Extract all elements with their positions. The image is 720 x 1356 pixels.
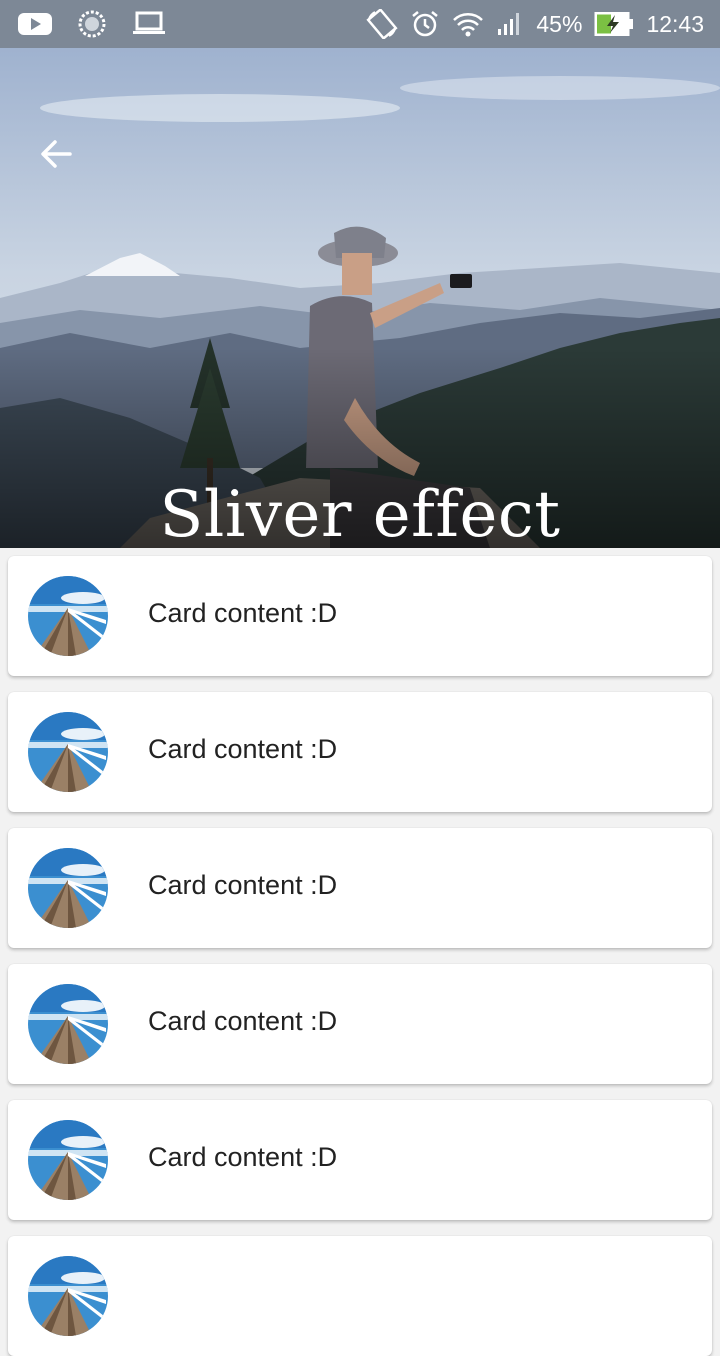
laptop-icon <box>132 11 166 37</box>
collapsing-header: Sliver effect <box>0 48 720 548</box>
header-title: Sliver effect <box>159 478 561 548</box>
list-card[interactable]: Card content :D <box>8 556 712 676</box>
wifi-icon <box>452 9 484 39</box>
back-button[interactable] <box>34 132 78 176</box>
battery-percent: 45% <box>536 10 583 37</box>
card-label: Card content :D <box>148 1142 338 1172</box>
avatar <box>28 848 108 928</box>
avatar <box>28 1120 108 1200</box>
avatar <box>28 984 108 1064</box>
loading-icon <box>78 10 106 38</box>
arrow-back-icon <box>41 140 72 168</box>
youtube-icon <box>18 12 52 36</box>
avatar <box>28 1256 108 1336</box>
status-bar: 45% 12:43 <box>0 0 720 48</box>
card-label: Card content :D <box>148 734 338 764</box>
signal-icon <box>496 11 524 37</box>
header-background-image <box>0 48 720 548</box>
avatar <box>28 576 108 656</box>
list-card[interactable]: Card content :D <box>8 692 712 812</box>
battery-charging-icon <box>594 11 634 37</box>
card-label: Card content :D <box>148 870 338 900</box>
card-label: Card content :D <box>148 1006 338 1036</box>
clock: 12:43 <box>646 10 704 37</box>
alarm-icon <box>410 9 440 39</box>
screen-rotation-icon <box>366 9 398 39</box>
list-card[interactable]: Card content :D <box>8 828 712 948</box>
card-label: Card content :D <box>148 598 338 628</box>
list-card[interactable]: Card content :D <box>8 1100 712 1220</box>
list-card[interactable]: Card content :D <box>8 964 712 1084</box>
list-card[interactable] <box>8 1236 712 1356</box>
avatar <box>28 712 108 792</box>
